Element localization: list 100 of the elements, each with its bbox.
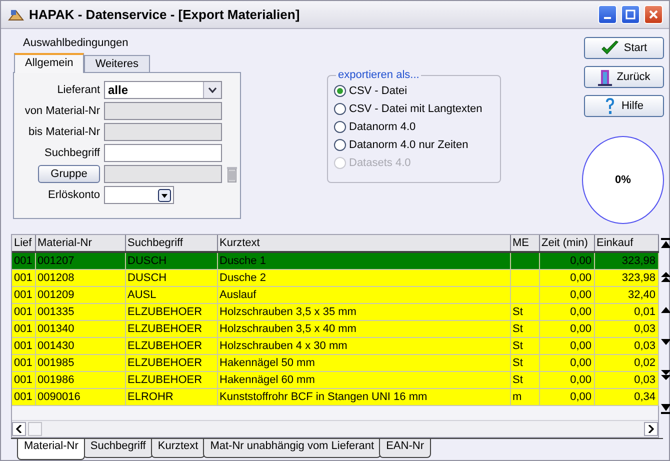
table-cell: ELZUBEHOER <box>125 320 217 338</box>
scroll-left-button[interactable] <box>12 422 26 436</box>
input-field[interactable] <box>104 165 222 183</box>
table-cell: ELROHR <box>125 388 217 406</box>
input-field[interactable] <box>104 144 222 162</box>
table-cell: St <box>510 338 539 354</box>
progress-text: 0% <box>615 174 631 186</box>
table-cell: St <box>510 354 539 372</box>
table-cell: Holzschrauben 3,5 x 35 mm <box>217 304 510 320</box>
tab[interactable]: Mat-Nr unabhängig vom Lieferant <box>203 439 382 458</box>
table-cell: St <box>510 320 539 338</box>
group-button[interactable]: Gruppe <box>38 165 100 183</box>
table-cell: 001986 <box>35 372 125 388</box>
table-cell: 0,00 <box>539 338 594 354</box>
last-record-icon[interactable] <box>660 402 670 414</box>
table-cell: 323,98 <box>594 270 658 286</box>
input-field[interactable] <box>104 102 222 120</box>
table-row[interactable]: 001 001207 DUSCH Dusche 1 0,00 323,98 <box>12 252 658 270</box>
field-label: Suchbegriff <box>44 147 100 159</box>
table-cell: 001207 <box>35 252 125 270</box>
table-cell: 0090016 <box>35 388 125 406</box>
table-cell: m <box>510 388 539 406</box>
table-row[interactable]: 001 001986 ELZUBEHOER Hakennägel 60 mm St 0,00 0,03 <box>12 372 658 388</box>
dropdown-field[interactable] <box>104 186 174 204</box>
table-cell: 32,40 <box>594 286 658 304</box>
table-cell: 001209 <box>35 286 125 304</box>
table-cell: 0,01 <box>594 304 658 320</box>
caret-icon <box>158 188 171 202</box>
table-cell: 0,00 <box>539 354 594 372</box>
tab[interactable]: Suchbegriff <box>83 439 153 458</box>
maximize-button[interactable] <box>621 5 640 24</box>
field-label: bis Material-Nr <box>27 126 100 138</box>
table-cell: 001 <box>12 388 35 406</box>
tab[interactable]: Allgemein <box>14 53 84 73</box>
radio-button[interactable] <box>334 121 346 133</box>
table-cell: Holzschrauben 3,5 x 40 mm <box>217 320 510 338</box>
table-cell: DUSCH <box>125 270 217 286</box>
tab[interactable]: Material-Nr <box>17 439 86 460</box>
table-cell: ELZUBEHOER <box>125 372 217 388</box>
option-label: CSV - Datei mit Langtexten <box>349 103 482 115</box>
table-cell: 0,00 <box>539 320 594 338</box>
table-cell: 001 <box>12 286 35 304</box>
table-cell: 0,00 <box>539 270 594 286</box>
back-button[interactable]: Zurück <box>584 66 664 88</box>
table-row[interactable]: 001 001985 ELZUBEHOER Hakennägel 50 mm St 0,00 0,02 <box>12 354 658 372</box>
table-cell: 001 <box>12 320 35 338</box>
table-cell: St <box>510 372 539 388</box>
checkmark-icon <box>600 40 619 56</box>
tab[interactable]: Kurztext <box>150 439 206 458</box>
table-cell: Hakennägel 50 mm <box>217 354 510 372</box>
minimize-button[interactable] <box>598 5 617 24</box>
first-record-icon[interactable] <box>660 238 670 250</box>
column-header[interactable]: Zeit (min) <box>539 235 594 252</box>
table-cell: DUSCH <box>125 252 217 270</box>
table-cell: Hakennägel 60 mm <box>217 372 510 388</box>
option-label: Datanorm 4.0 <box>349 121 416 133</box>
table-cell: ELZUBEHOER <box>125 354 217 372</box>
radio-button[interactable] <box>334 103 346 115</box>
dropdown-field[interactable]: alle <box>104 81 222 99</box>
scroll-thumb[interactable] <box>28 422 42 436</box>
table-cell: Auslauf <box>217 286 510 304</box>
table-row[interactable]: 001 001335 ELZUBEHOER Holzschrauben 3,5 x 35 mm St 0,00 0,01 <box>12 304 658 320</box>
column-header[interactable]: Kurztext <box>217 235 510 252</box>
door-icon <box>598 68 612 86</box>
table-cell: 001 <box>12 372 35 388</box>
column-header[interactable]: ME <box>510 235 539 252</box>
minimize-icon <box>604 17 611 19</box>
close-icon <box>648 9 659 20</box>
help-icon <box>604 97 616 115</box>
tab[interactable]: EAN-Nr <box>379 439 431 458</box>
table-cell: 0,00 <box>539 388 594 406</box>
table-row[interactable]: 001 001430 ELZUBEHOER Holzschrauben 4 x 30 mm St 0,00 0,03 <box>12 338 658 354</box>
table-row[interactable]: 001 001340 ELZUBEHOER Holzschrauben 3,5 x 40 mm St 0,00 0,03 <box>12 320 658 338</box>
tab[interactable]: Weiteres <box>84 55 150 72</box>
table-cell: 323,98 <box>594 252 658 270</box>
table-row[interactable]: 001 001208 DUSCH Dusche 2 0,00 323,98 <box>12 270 658 286</box>
table-row[interactable]: 001 001209 AUSL Auslauf 0,00 32,40 <box>12 286 658 304</box>
option-label: Datanorm 4.0 nur Zeiten <box>349 139 468 151</box>
table-row[interactable]: 001 0090016 ELROHR Kunststoffrohr BCF in Stangen UNI 16 mm m 0,00 0,34 <box>12 388 658 406</box>
group-title: exportieren als... <box>336 69 422 81</box>
column-header[interactable]: Material-Nr <box>35 235 125 252</box>
column-header[interactable]: Einkauf <box>594 235 658 252</box>
field-label: Erlöskonto <box>47 189 100 201</box>
table-cell: AUSL <box>125 286 217 304</box>
input-field[interactable] <box>104 123 222 141</box>
start-button[interactable]: Start <box>584 37 664 59</box>
column-header[interactable]: Lief <box>12 235 35 252</box>
section-title: Auswahlbedingungen <box>23 37 130 49</box>
scroll-right-button[interactable] <box>644 422 658 436</box>
table-cell: 001 <box>12 338 35 354</box>
table-cell: 0,00 <box>539 304 594 320</box>
close-button[interactable] <box>644 5 663 24</box>
help-button[interactable]: Hilfe <box>584 95 664 117</box>
column-header[interactable]: Suchbegriff <box>125 235 217 252</box>
maximize-icon <box>625 9 636 20</box>
table-cell: St <box>510 304 539 320</box>
radio-button[interactable] <box>334 85 346 97</box>
table-cell: 001 <box>12 270 35 286</box>
radio-button[interactable] <box>334 139 346 151</box>
table-cell: Dusche 1 <box>217 252 510 270</box>
